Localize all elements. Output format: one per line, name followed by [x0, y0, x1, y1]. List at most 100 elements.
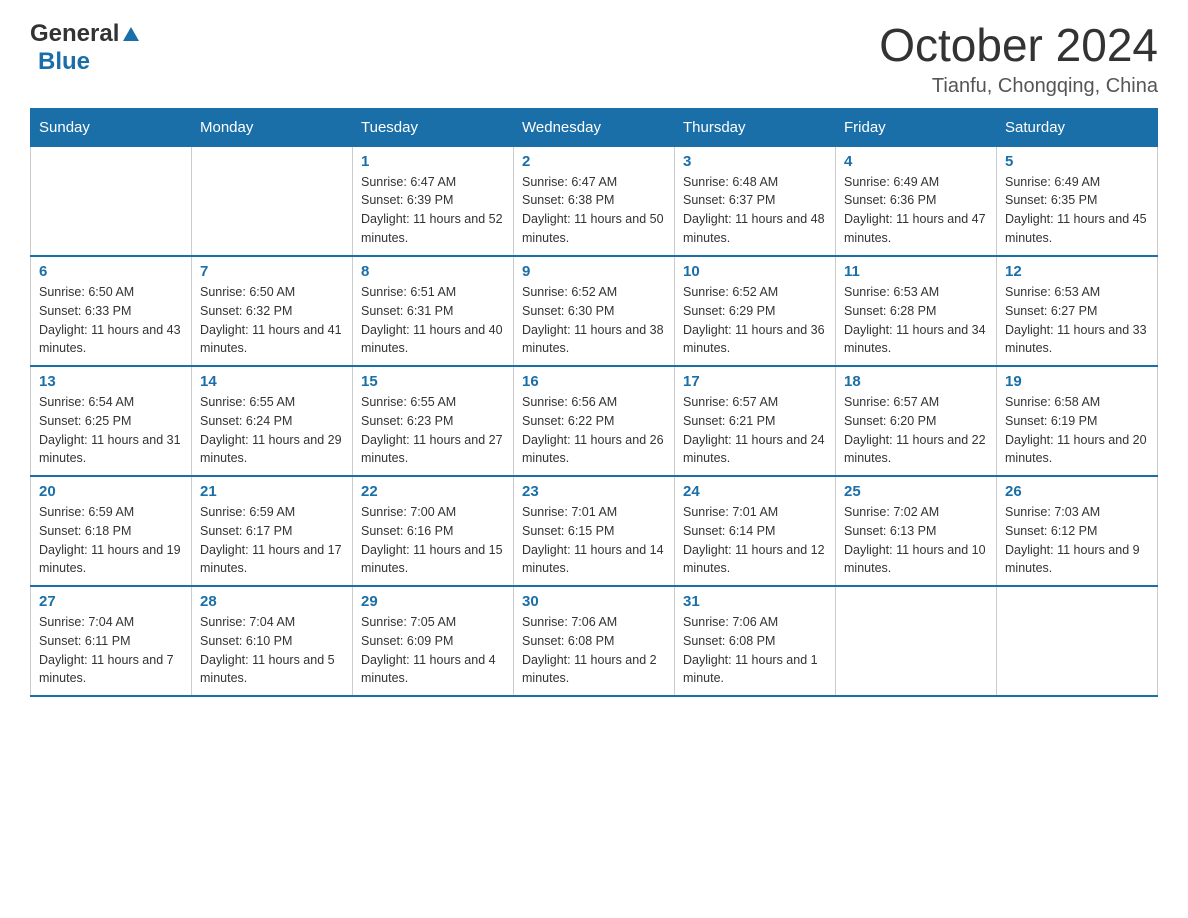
col-header-tuesday: Tuesday: [353, 108, 514, 146]
day-detail: Sunrise: 6:53 AMSunset: 6:27 PMDaylight:…: [1005, 283, 1149, 358]
day-number: 7: [200, 263, 344, 280]
calendar-cell: 23 Sunrise: 7:01 AMSunset: 6:15 PMDayligh…: [514, 476, 675, 586]
calendar-cell: 30Sunrise: 7:06 AMSunset: 6:08 PMDayligh…: [514, 586, 675, 696]
day-number: 4: [844, 153, 988, 170]
calendar-header-row: SundayMondayTuesdayWednesdayThursdayFrid…: [31, 108, 1158, 146]
day-detail: Sunrise: 6:49 AMSunset: 6:35 PMDaylight:…: [1005, 173, 1149, 248]
calendar-week-row: 20Sunrise: 6:59 AMSunset: 6:18 PMDayligh…: [31, 476, 1158, 586]
calendar-cell: [192, 146, 353, 256]
title-area: October 2024 Tianfu, Chongqing, China: [879, 20, 1158, 98]
day-detail: Sunrise: 6:59 AMSunset: 6:18 PMDaylight:…: [39, 503, 183, 578]
page-header: General Blue October 2024 Tianfu, Chongq…: [30, 20, 1158, 98]
main-title: October 2024: [879, 20, 1158, 71]
day-number: 13: [39, 373, 183, 390]
calendar-cell: 4 Sunrise: 6:49 AMSunset: 6:36 PMDaylight…: [836, 146, 997, 256]
day-number: 27: [39, 593, 183, 610]
day-detail: Sunrise: 6:51 AMSunset: 6:31 PMDaylight:…: [361, 283, 505, 358]
calendar-week-row: 1 Sunrise: 6:47 AMSunset: 6:39 PMDaylight…: [31, 146, 1158, 256]
calendar-cell: 26 Sunrise: 7:03 AMSunset: 6:12 PMDayligh…: [997, 476, 1158, 586]
calendar-cell: 16 Sunrise: 6:56 AMSunset: 6:22 PMDayligh…: [514, 366, 675, 476]
day-detail: Sunrise: 7:04 AMSunset: 6:10 PMDaylight:…: [200, 613, 344, 688]
calendar-cell: 28 Sunrise: 7:04 AMSunset: 6:10 PMDayligh…: [192, 586, 353, 696]
day-detail: Sunrise: 6:55 AMSunset: 6:23 PMDaylight:…: [361, 393, 505, 468]
day-number: 16: [522, 373, 666, 390]
calendar-cell: 24Sunrise: 7:01 AMSunset: 6:14 PMDayligh…: [675, 476, 836, 586]
calendar-cell: 10 Sunrise: 6:52 AMSunset: 6:29 PMDayligh…: [675, 256, 836, 366]
col-header-saturday: Saturday: [997, 108, 1158, 146]
day-number: 26: [1005, 483, 1149, 500]
day-number: 2: [522, 153, 666, 170]
calendar-cell: 18 Sunrise: 6:57 AMSunset: 6:20 PMDayligh…: [836, 366, 997, 476]
day-number: 3: [683, 153, 827, 170]
calendar-week-row: 27Sunrise: 7:04 AMSunset: 6:11 PMDayligh…: [31, 586, 1158, 696]
day-number: 10: [683, 263, 827, 280]
calendar-cell: 5 Sunrise: 6:49 AMSunset: 6:35 PMDaylight…: [997, 146, 1158, 256]
day-number: 8: [361, 263, 505, 280]
calendar-cell: 1 Sunrise: 6:47 AMSunset: 6:39 PMDaylight…: [353, 146, 514, 256]
day-number: 9: [522, 263, 666, 280]
logo-blue-text: Blue: [38, 48, 90, 76]
calendar-cell: 13 Sunrise: 6:54 AMSunset: 6:25 PMDayligh…: [31, 366, 192, 476]
day-detail: Sunrise: 6:56 AMSunset: 6:22 PMDaylight:…: [522, 393, 666, 468]
day-number: 15: [361, 373, 505, 390]
day-detail: Sunrise: 7:01 AMSunset: 6:15 PMDaylight:…: [522, 503, 666, 578]
col-header-monday: Monday: [192, 108, 353, 146]
calendar-cell: 22 Sunrise: 7:00 AMSunset: 6:16 PMDayligh…: [353, 476, 514, 586]
day-detail: Sunrise: 6:47 AMSunset: 6:39 PMDaylight:…: [361, 173, 505, 248]
calendar-cell: 12 Sunrise: 6:53 AMSunset: 6:27 PMDayligh…: [997, 256, 1158, 366]
day-number: 18: [844, 373, 988, 390]
day-detail: Sunrise: 7:00 AMSunset: 6:16 PMDaylight:…: [361, 503, 505, 578]
calendar-table: SundayMondayTuesdayWednesdayThursdayFrid…: [30, 108, 1158, 698]
calendar-cell: 29 Sunrise: 7:05 AMSunset: 6:09 PMDayligh…: [353, 586, 514, 696]
day-detail: Sunrise: 7:02 AMSunset: 6:13 PMDaylight:…: [844, 503, 988, 578]
day-number: 19: [1005, 373, 1149, 390]
day-detail: Sunrise: 7:01 AMSunset: 6:14 PMDaylight:…: [683, 503, 827, 578]
col-header-thursday: Thursday: [675, 108, 836, 146]
calendar-cell: 21Sunrise: 6:59 AMSunset: 6:17 PMDayligh…: [192, 476, 353, 586]
day-detail: Sunrise: 6:50 AMSunset: 6:33 PMDaylight:…: [39, 283, 183, 358]
calendar-cell: 15 Sunrise: 6:55 AMSunset: 6:23 PMDayligh…: [353, 366, 514, 476]
day-detail: Sunrise: 6:57 AMSunset: 6:20 PMDaylight:…: [844, 393, 988, 468]
day-number: 23: [522, 483, 666, 500]
day-number: 22: [361, 483, 505, 500]
calendar-cell: 20Sunrise: 6:59 AMSunset: 6:18 PMDayligh…: [31, 476, 192, 586]
col-header-friday: Friday: [836, 108, 997, 146]
day-detail: Sunrise: 6:53 AMSunset: 6:28 PMDaylight:…: [844, 283, 988, 358]
calendar-cell: 27Sunrise: 7:04 AMSunset: 6:11 PMDayligh…: [31, 586, 192, 696]
calendar-cell: 11Sunrise: 6:53 AMSunset: 6:28 PMDayligh…: [836, 256, 997, 366]
day-detail: Sunrise: 6:50 AMSunset: 6:32 PMDaylight:…: [200, 283, 344, 358]
calendar-cell: [31, 146, 192, 256]
calendar-cell: 31Sunrise: 7:06 AMSunset: 6:08 PMDayligh…: [675, 586, 836, 696]
calendar-cell: 9Sunrise: 6:52 AMSunset: 6:30 PMDaylight…: [514, 256, 675, 366]
col-header-wednesday: Wednesday: [514, 108, 675, 146]
calendar-cell: 17Sunrise: 6:57 AMSunset: 6:21 PMDayligh…: [675, 366, 836, 476]
day-number: 6: [39, 263, 183, 280]
calendar-cell: 8 Sunrise: 6:51 AMSunset: 6:31 PMDaylight…: [353, 256, 514, 366]
day-number: 5: [1005, 153, 1149, 170]
day-detail: Sunrise: 6:49 AMSunset: 6:36 PMDaylight:…: [844, 173, 988, 248]
day-number: 14: [200, 373, 344, 390]
day-detail: Sunrise: 7:05 AMSunset: 6:09 PMDaylight:…: [361, 613, 505, 688]
day-number: 12: [1005, 263, 1149, 280]
day-detail: Sunrise: 6:54 AMSunset: 6:25 PMDaylight:…: [39, 393, 183, 468]
calendar-cell: 14Sunrise: 6:55 AMSunset: 6:24 PMDayligh…: [192, 366, 353, 476]
calendar-cell: [997, 586, 1158, 696]
day-detail: Sunrise: 7:06 AMSunset: 6:08 PMDaylight:…: [683, 613, 827, 688]
col-header-sunday: Sunday: [31, 108, 192, 146]
day-detail: Sunrise: 7:03 AMSunset: 6:12 PMDaylight:…: [1005, 503, 1149, 578]
day-number: 21: [200, 483, 344, 500]
day-detail: Sunrise: 7:06 AMSunset: 6:08 PMDaylight:…: [522, 613, 666, 688]
day-detail: Sunrise: 6:48 AMSunset: 6:37 PMDaylight:…: [683, 173, 827, 248]
calendar-week-row: 6 Sunrise: 6:50 AMSunset: 6:33 PMDaylight…: [31, 256, 1158, 366]
day-number: 25: [844, 483, 988, 500]
day-detail: Sunrise: 6:52 AMSunset: 6:29 PMDaylight:…: [683, 283, 827, 358]
subtitle: Tianfu, Chongqing, China: [879, 75, 1158, 98]
calendar-cell: 3 Sunrise: 6:48 AMSunset: 6:37 PMDaylight…: [675, 146, 836, 256]
calendar-cell: 19Sunrise: 6:58 AMSunset: 6:19 PMDayligh…: [997, 366, 1158, 476]
day-number: 29: [361, 593, 505, 610]
day-number: 17: [683, 373, 827, 390]
day-number: 1: [361, 153, 505, 170]
calendar-cell: 25 Sunrise: 7:02 AMSunset: 6:13 PMDayligh…: [836, 476, 997, 586]
logo: General Blue: [30, 20, 141, 76]
day-number: 28: [200, 593, 344, 610]
